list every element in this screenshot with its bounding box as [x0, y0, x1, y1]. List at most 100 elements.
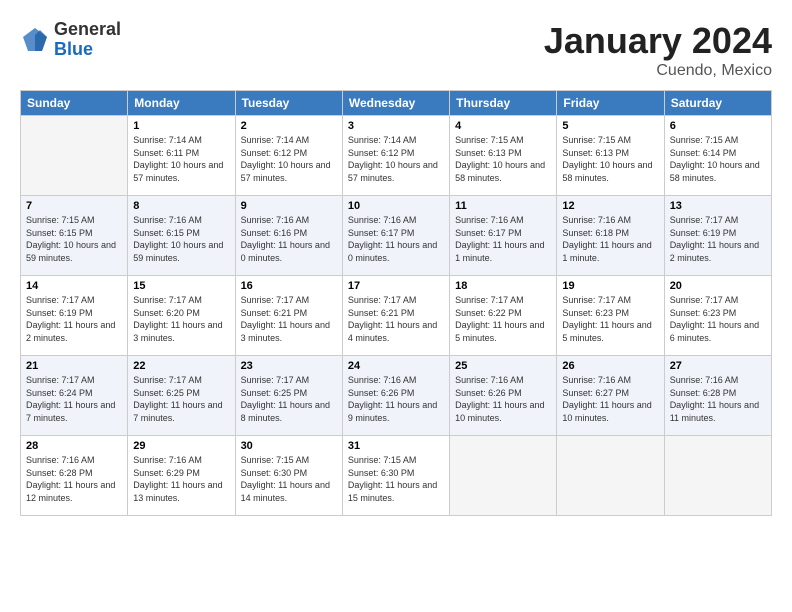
sunset-text: Sunset: 6:27 PM — [562, 388, 629, 398]
sunset-text: Sunset: 6:21 PM — [348, 308, 415, 318]
daylight-text: Daylight: 10 hours and 59 minutes. — [133, 240, 223, 263]
sunset-text: Sunset: 6:23 PM — [670, 308, 737, 318]
sunrise-text: Sunrise: 7:17 AM — [348, 295, 417, 305]
day-info: Sunrise: 7:17 AM Sunset: 6:25 PM Dayligh… — [241, 374, 337, 424]
day-info: Sunrise: 7:14 AM Sunset: 6:11 PM Dayligh… — [133, 134, 229, 184]
header-saturday: Saturday — [664, 91, 771, 116]
day-number: 18 — [455, 280, 551, 292]
daylight-text: Daylight: 11 hours and 10 minutes. — [562, 400, 651, 423]
sunset-text: Sunset: 6:28 PM — [26, 468, 93, 478]
header-wednesday: Wednesday — [342, 91, 449, 116]
day-number: 7 — [26, 200, 122, 212]
day-info: Sunrise: 7:16 AM Sunset: 6:18 PM Dayligh… — [562, 214, 658, 264]
sunrise-text: Sunrise: 7:17 AM — [26, 295, 95, 305]
daylight-text: Daylight: 10 hours and 59 minutes. — [26, 240, 116, 263]
calendar-week-3: 14 Sunrise: 7:17 AM Sunset: 6:19 PM Dayl… — [21, 276, 772, 356]
calendar-cell: 12 Sunrise: 7:16 AM Sunset: 6:18 PM Dayl… — [557, 196, 664, 276]
calendar-week-4: 21 Sunrise: 7:17 AM Sunset: 6:24 PM Dayl… — [21, 356, 772, 436]
sunrise-text: Sunrise: 7:14 AM — [133, 135, 202, 145]
day-number: 25 — [455, 360, 551, 372]
calendar-cell: 22 Sunrise: 7:17 AM Sunset: 6:25 PM Dayl… — [128, 356, 235, 436]
sunrise-text: Sunrise: 7:15 AM — [348, 455, 417, 465]
day-number: 13 — [670, 200, 766, 212]
sunset-text: Sunset: 6:19 PM — [670, 228, 737, 238]
day-number: 5 — [562, 120, 658, 132]
sunrise-text: Sunrise: 7:16 AM — [455, 215, 524, 225]
calendar-cell: 30 Sunrise: 7:15 AM Sunset: 6:30 PM Dayl… — [235, 436, 342, 516]
header-tuesday: Tuesday — [235, 91, 342, 116]
day-info: Sunrise: 7:17 AM Sunset: 6:24 PM Dayligh… — [26, 374, 122, 424]
sunset-text: Sunset: 6:12 PM — [348, 148, 415, 158]
day-number: 14 — [26, 280, 122, 292]
sunset-text: Sunset: 6:24 PM — [26, 388, 93, 398]
day-number: 22 — [133, 360, 229, 372]
calendar-cell: 31 Sunrise: 7:15 AM Sunset: 6:30 PM Dayl… — [342, 436, 449, 516]
sunset-text: Sunset: 6:25 PM — [133, 388, 200, 398]
daylight-text: Daylight: 11 hours and 5 minutes. — [562, 320, 651, 343]
day-number: 31 — [348, 440, 444, 452]
calendar-cell: 27 Sunrise: 7:16 AM Sunset: 6:28 PM Dayl… — [664, 356, 771, 436]
sunrise-text: Sunrise: 7:16 AM — [670, 375, 739, 385]
sunrise-text: Sunrise: 7:17 AM — [133, 295, 202, 305]
sunset-text: Sunset: 6:11 PM — [133, 148, 199, 158]
sunset-text: Sunset: 6:13 PM — [562, 148, 629, 158]
sunrise-text: Sunrise: 7:15 AM — [562, 135, 631, 145]
sunset-text: Sunset: 6:26 PM — [455, 388, 522, 398]
sunrise-text: Sunrise: 7:16 AM — [562, 215, 631, 225]
calendar-cell — [21, 116, 128, 196]
day-number: 6 — [670, 120, 766, 132]
sunset-text: Sunset: 6:15 PM — [26, 228, 93, 238]
daylight-text: Daylight: 11 hours and 0 minutes. — [348, 240, 437, 263]
calendar-week-5: 28 Sunrise: 7:16 AM Sunset: 6:28 PM Dayl… — [21, 436, 772, 516]
sunrise-text: Sunrise: 7:16 AM — [348, 375, 417, 385]
day-number: 3 — [348, 120, 444, 132]
calendar-cell: 25 Sunrise: 7:16 AM Sunset: 6:26 PM Dayl… — [450, 356, 557, 436]
day-number: 24 — [348, 360, 444, 372]
daylight-text: Daylight: 11 hours and 7 minutes. — [133, 400, 222, 423]
sunrise-text: Sunrise: 7:15 AM — [670, 135, 739, 145]
day-info: Sunrise: 7:17 AM Sunset: 6:23 PM Dayligh… — [562, 294, 658, 344]
sunrise-text: Sunrise: 7:14 AM — [348, 135, 417, 145]
day-info: Sunrise: 7:16 AM Sunset: 6:16 PM Dayligh… — [241, 214, 337, 264]
sunrise-text: Sunrise: 7:16 AM — [348, 215, 417, 225]
day-number: 2 — [241, 120, 337, 132]
calendar-cell: 1 Sunrise: 7:14 AM Sunset: 6:11 PM Dayli… — [128, 116, 235, 196]
header-friday: Friday — [557, 91, 664, 116]
day-info: Sunrise: 7:15 AM Sunset: 6:13 PM Dayligh… — [455, 134, 551, 184]
calendar-cell: 14 Sunrise: 7:17 AM Sunset: 6:19 PM Dayl… — [21, 276, 128, 356]
calendar-cell: 10 Sunrise: 7:16 AM Sunset: 6:17 PM Dayl… — [342, 196, 449, 276]
logo-icon — [20, 25, 50, 55]
sunrise-text: Sunrise: 7:16 AM — [455, 375, 524, 385]
day-info: Sunrise: 7:16 AM Sunset: 6:26 PM Dayligh… — [455, 374, 551, 424]
header-thursday: Thursday — [450, 91, 557, 116]
daylight-text: Daylight: 11 hours and 2 minutes. — [26, 320, 115, 343]
calendar-week-1: 1 Sunrise: 7:14 AM Sunset: 6:11 PM Dayli… — [21, 116, 772, 196]
calendar-cell: 13 Sunrise: 7:17 AM Sunset: 6:19 PM Dayl… — [664, 196, 771, 276]
daylight-text: Daylight: 10 hours and 57 minutes. — [241, 160, 331, 183]
sunset-text: Sunset: 6:13 PM — [455, 148, 522, 158]
sunset-text: Sunset: 6:23 PM — [562, 308, 629, 318]
daylight-text: Daylight: 10 hours and 57 minutes. — [348, 160, 438, 183]
sunset-text: Sunset: 6:19 PM — [26, 308, 93, 318]
month-year: January 2024 — [544, 20, 772, 62]
sunset-text: Sunset: 6:26 PM — [348, 388, 415, 398]
day-info: Sunrise: 7:16 AM Sunset: 6:26 PM Dayligh… — [348, 374, 444, 424]
sunrise-text: Sunrise: 7:17 AM — [670, 295, 739, 305]
page: General Blue January 2024 Cuendo, Mexico… — [0, 0, 792, 612]
sunrise-text: Sunrise: 7:17 AM — [241, 295, 310, 305]
sunrise-text: Sunrise: 7:17 AM — [26, 375, 95, 385]
sunrise-text: Sunrise: 7:16 AM — [26, 455, 95, 465]
logo: General Blue — [20, 20, 121, 60]
sunset-text: Sunset: 6:28 PM — [670, 388, 737, 398]
sunset-text: Sunset: 6:22 PM — [455, 308, 522, 318]
sunrise-text: Sunrise: 7:16 AM — [562, 375, 631, 385]
day-info: Sunrise: 7:17 AM Sunset: 6:22 PM Dayligh… — [455, 294, 551, 344]
logo-blue: Blue — [54, 40, 121, 60]
day-info: Sunrise: 7:14 AM Sunset: 6:12 PM Dayligh… — [241, 134, 337, 184]
day-info: Sunrise: 7:17 AM Sunset: 6:21 PM Dayligh… — [348, 294, 444, 344]
daylight-text: Daylight: 11 hours and 6 minutes. — [670, 320, 759, 343]
sunrise-text: Sunrise: 7:17 AM — [455, 295, 524, 305]
sunset-text: Sunset: 6:29 PM — [133, 468, 200, 478]
calendar-cell: 8 Sunrise: 7:16 AM Sunset: 6:15 PM Dayli… — [128, 196, 235, 276]
calendar-cell: 3 Sunrise: 7:14 AM Sunset: 6:12 PM Dayli… — [342, 116, 449, 196]
